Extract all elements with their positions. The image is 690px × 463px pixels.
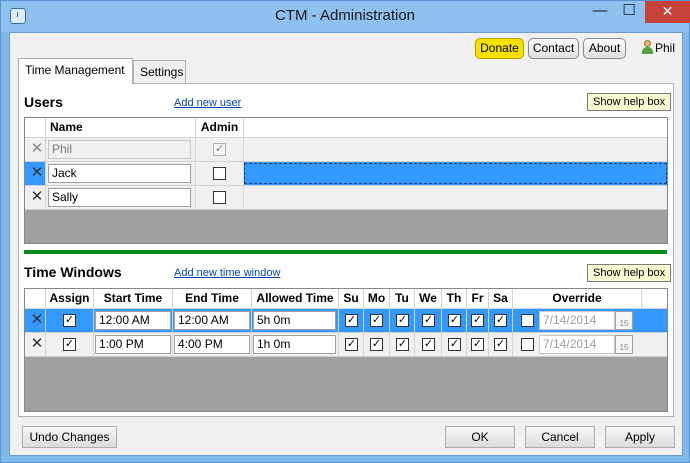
user-name-field[interactable]: Sally: [48, 188, 191, 207]
delete-user-icon[interactable]: ✕: [30, 189, 44, 204]
override-date-field[interactable]: 7/14/2014: [539, 311, 615, 330]
column-end-time[interactable]: End Time: [173, 289, 252, 309]
wednesday-checkbox[interactable]: ✓: [422, 314, 435, 327]
about-button[interactable]: About: [583, 38, 626, 59]
column-allowed-time[interactable]: Allowed Time: [252, 289, 339, 309]
sunday-checkbox[interactable]: ✓: [345, 338, 358, 351]
column-mo[interactable]: Mo: [364, 289, 390, 309]
delete-time-window-icon[interactable]: ✕: [30, 312, 44, 327]
column-override[interactable]: Override: [513, 289, 642, 309]
users-grid: Name Admin ✕ Phil ✓ ✕ Jack ✕ Sally: [24, 117, 668, 244]
tab-time-management[interactable]: Time Management: [18, 58, 133, 84]
thursday-checkbox[interactable]: ✓: [448, 338, 461, 351]
ok-button[interactable]: OK: [445, 426, 515, 448]
delete-user-icon[interactable]: ✕: [30, 165, 44, 180]
user-name-field[interactable]: Jack: [48, 164, 191, 183]
tuesday-checkbox[interactable]: ✓: [396, 338, 409, 351]
cancel-button[interactable]: Cancel: [525, 426, 595, 448]
end-time-field[interactable]: 4:00 PM: [174, 335, 250, 354]
column-th[interactable]: Th: [442, 289, 467, 309]
focus-indicator: [244, 163, 667, 184]
wednesday-checkbox[interactable]: ✓: [422, 338, 435, 351]
monday-checkbox[interactable]: ✓: [370, 314, 383, 327]
user-row[interactable]: ✕ Phil ✓: [25, 138, 667, 162]
apply-button[interactable]: Apply: [605, 426, 675, 448]
column-fr[interactable]: Fr: [467, 289, 489, 309]
user-name-field[interactable]: Phil: [48, 140, 191, 159]
calendar-icon[interactable]: 15: [615, 335, 633, 354]
allowed-time-field[interactable]: 1h 0m: [253, 335, 336, 354]
column-assign[interactable]: Assign: [46, 289, 94, 309]
title-bar[interactable]: CTM - Administration — ☐ ✕: [1, 1, 690, 32]
saturday-checkbox[interactable]: ✓: [494, 314, 507, 327]
time-window-row[interactable]: ✕ ✓ 12:00 AM 12:00 AM 5h 0m ✓ ✓ ✓ ✓ ✓ ✓ …: [25, 309, 667, 333]
close-button[interactable]: ✕: [645, 1, 690, 23]
time-windows-title: Time Windows: [24, 264, 122, 280]
start-time-field[interactable]: 1:00 PM: [95, 335, 171, 354]
tab-settings[interactable]: Settings: [133, 60, 186, 84]
time-windows-help-button[interactable]: Show help box: [587, 264, 672, 282]
allowed-time-field[interactable]: 5h 0m: [253, 311, 336, 330]
user-row[interactable]: ✕ Jack: [25, 162, 667, 186]
add-new-time-window-link[interactable]: Add new time window: [174, 267, 280, 279]
delete-user-icon[interactable]: ✕: [30, 141, 44, 156]
start-time-field[interactable]: 12:00 AM: [95, 311, 171, 330]
delete-time-window-icon[interactable]: ✕: [30, 336, 44, 351]
friday-checkbox[interactable]: ✓: [471, 314, 484, 327]
column-start-time[interactable]: Start Time: [94, 289, 173, 309]
assign-checkbox[interactable]: ✓: [63, 314, 76, 327]
time-windows-grid: Assign Start Time End Time Allowed Time …: [24, 288, 668, 412]
column-we[interactable]: We: [415, 289, 442, 309]
contact-button[interactable]: Contact: [528, 38, 579, 59]
column-admin[interactable]: Admin: [196, 118, 244, 138]
end-time-field[interactable]: 12:00 AM: [174, 311, 250, 330]
admin-checkbox[interactable]: [213, 167, 226, 180]
assign-checkbox[interactable]: ✓: [63, 338, 76, 351]
user-icon: [641, 40, 653, 54]
column-su[interactable]: Su: [339, 289, 364, 309]
admin-checkbox[interactable]: ✓: [213, 143, 226, 156]
add-new-user-link[interactable]: Add new user: [174, 97, 241, 109]
users-title: Users: [24, 94, 63, 110]
column-sa[interactable]: Sa: [489, 289, 513, 309]
time-windows-grid-header: Assign Start Time End Time Allowed Time …: [25, 289, 667, 309]
tuesday-checkbox[interactable]: ✓: [396, 314, 409, 327]
users-grid-header: Name Admin: [25, 118, 667, 138]
friday-checkbox[interactable]: ✓: [471, 338, 484, 351]
monday-checkbox[interactable]: ✓: [370, 338, 383, 351]
override-checkbox[interactable]: [521, 314, 534, 327]
column-tu[interactable]: Tu: [390, 289, 415, 309]
thursday-checkbox[interactable]: ✓: [448, 314, 461, 327]
calendar-icon[interactable]: 15: [615, 311, 633, 330]
saturday-checkbox[interactable]: ✓: [494, 338, 507, 351]
undo-changes-button[interactable]: Undo Changes: [22, 426, 117, 448]
minimize-button[interactable]: —: [585, 1, 615, 23]
section-divider[interactable]: [24, 250, 667, 254]
time-window-row[interactable]: ✕ ✓ 1:00 PM 4:00 PM 1h 0m ✓ ✓ ✓ ✓ ✓ ✓ ✓ …: [25, 333, 667, 357]
users-help-button[interactable]: Show help box: [587, 93, 672, 111]
maximize-button[interactable]: ☐: [614, 1, 644, 23]
column-name[interactable]: Name: [46, 118, 196, 138]
admin-checkbox[interactable]: [213, 191, 226, 204]
override-date-field[interactable]: 7/14/2014: [539, 335, 615, 354]
override-checkbox[interactable]: [521, 338, 534, 351]
donate-button[interactable]: Donate: [475, 38, 524, 59]
current-user-name: Phil: [655, 41, 676, 55]
user-row[interactable]: ✕ Sally: [25, 186, 667, 210]
app-window: CTM - Administration — ☐ ✕ Donate Contac…: [0, 0, 690, 463]
sunday-checkbox[interactable]: ✓: [345, 314, 358, 327]
